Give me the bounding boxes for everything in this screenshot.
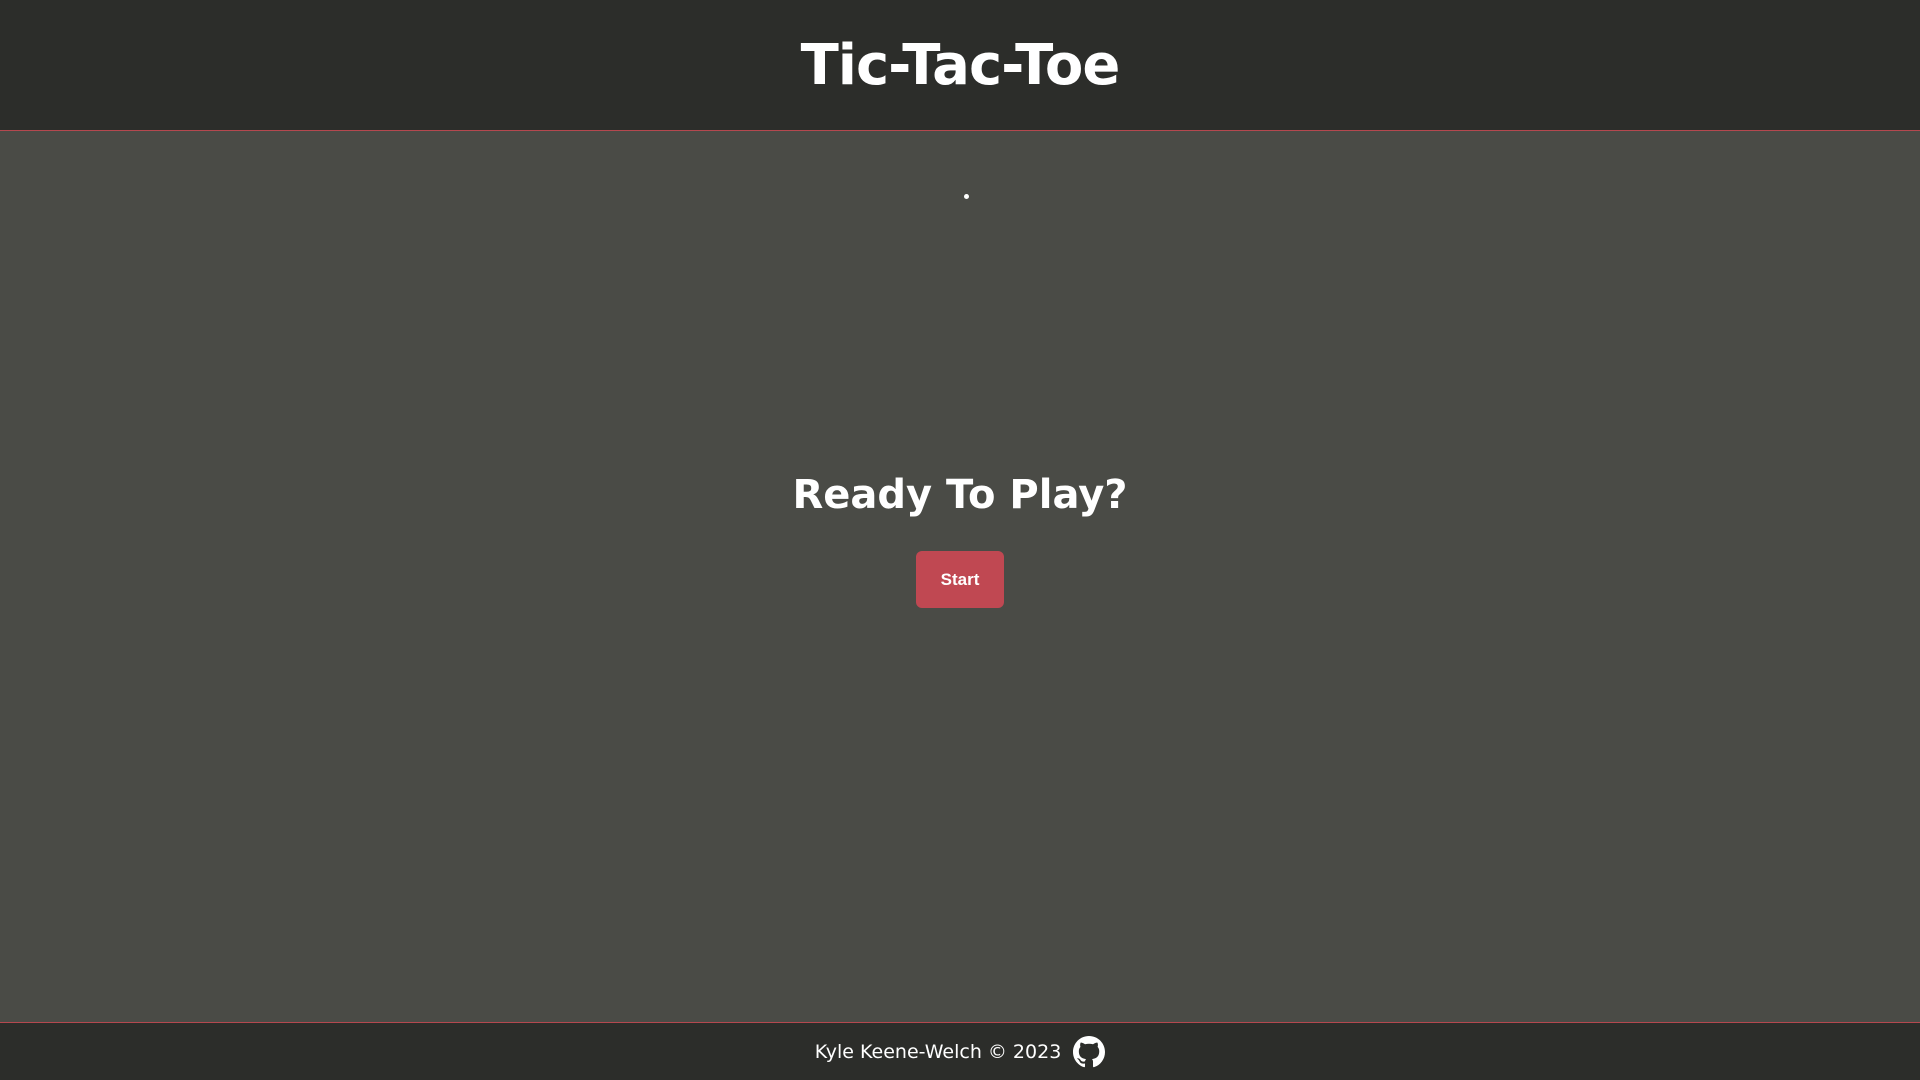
page: Tic-Tac-Toe Ready To Play? Start Kyle Ke… (0, 0, 1920, 1080)
footer-credit: Kyle Keene-Welch © 2023 (814, 1040, 1062, 1063)
start-button[interactable]: Start (916, 551, 1004, 608)
site-header: Tic-Tac-Toe (0, 0, 1920, 131)
page-title: Tic-Tac-Toe (800, 32, 1121, 98)
site-footer: Kyle Keene-Welch © 2023 (0, 1022, 1920, 1080)
game-area: Ready To Play? Start (0, 131, 1920, 1022)
ready-prompt: Ready To Play? (792, 472, 1128, 518)
dot-marker (964, 194, 969, 199)
github-icon[interactable] (1073, 1035, 1106, 1068)
